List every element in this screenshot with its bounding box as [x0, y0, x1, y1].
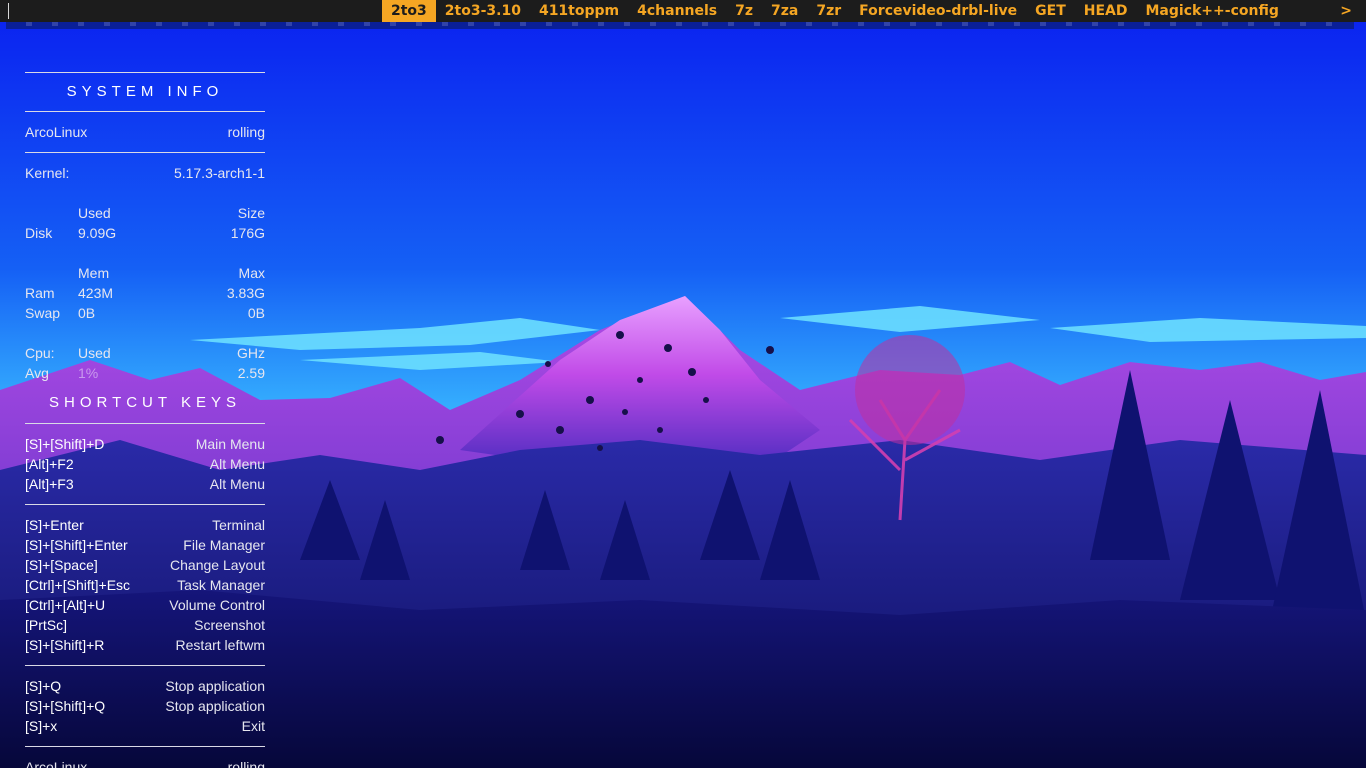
launcher-item[interactable]: 7z	[726, 0, 762, 22]
system-info-panel: SYSTEM INFO ArcoLinux rolling Kernel: 5.…	[25, 72, 265, 768]
ram-max: 3.83G	[226, 285, 265, 301]
disk-header-row: Used Size	[25, 203, 265, 223]
footer-row: ArcoLinux rolling	[25, 757, 265, 768]
shortcut-action: Stop application	[165, 698, 265, 714]
launcher-item[interactable]: Forcevideo-drbl-live	[850, 0, 1026, 22]
more-items-arrow-icon[interactable]: >	[1340, 0, 1352, 22]
mem-header: Mem	[78, 265, 110, 281]
distro-name: ArcoLinux	[25, 124, 88, 140]
shortcut-keys: [S]+[Space]	[25, 557, 98, 573]
shortcut-action: Alt Menu	[209, 476, 265, 492]
shortcut-action: Task Manager	[177, 577, 265, 593]
shortcut-action: Screenshot	[194, 617, 265, 633]
shortcut-row: [S]+[Shift]+R Restart leftwm	[25, 635, 265, 655]
disk-size-header: Size	[237, 205, 265, 221]
swap-label: Swap	[25, 305, 61, 321]
swap-row: Swap 0B 0B	[25, 303, 265, 323]
shortcut-keys: [Alt]+F3	[25, 476, 74, 492]
shortcut-row: [Alt]+F2 Alt Menu	[25, 454, 265, 474]
swap-max: 0B	[247, 305, 265, 321]
kernel-value: 5.17.3-arch1-1	[173, 165, 265, 181]
shortcut-keys: [S]+Q	[25, 678, 62, 694]
shortcut-row: [PrtSc] Screenshot	[25, 615, 265, 635]
launcher-item[interactable]: HEAD	[1075, 0, 1137, 22]
distro-row: ArcoLinux rolling	[25, 122, 265, 142]
shortcut-keys: [Alt]+F2	[25, 456, 74, 472]
avg-used: 1%	[78, 365, 99, 381]
cpu-ghz-header: GHz	[237, 345, 265, 361]
disk-used-header: Used	[78, 205, 111, 221]
shortcut-row: [S]+Q Stop application	[25, 676, 265, 696]
shortcut-action: Volume Control	[169, 597, 265, 613]
ram-used: 423M	[78, 285, 114, 301]
swap-used: 0B	[78, 305, 96, 321]
shortcut-row: [Ctrl]+[Alt]+U Volume Control	[25, 595, 265, 615]
shortcut-action: Terminal	[212, 517, 265, 533]
shortcut-keys: [S]+[Shift]+D	[25, 436, 105, 452]
shortcut-keys: [Ctrl]+[Shift]+Esc	[25, 577, 131, 593]
shortcut-keys: [S]+[Shift]+R	[25, 637, 105, 653]
launcher-item[interactable]: GET	[1026, 0, 1075, 22]
shortcut-action: Main Menu	[195, 436, 265, 452]
distro-release: rolling	[227, 124, 265, 140]
shortcut-keys: [S]+Enter	[25, 517, 84, 533]
system-info-heading: SYSTEM INFO	[66, 83, 224, 100]
launcher-item[interactable]: Magick++-config	[1137, 0, 1288, 22]
cpu-avg-row: Avg 1% 2.59	[25, 363, 265, 383]
launcher-item[interactable]: 4channels	[628, 0, 726, 22]
cpu-header-row: Cpu: Used GHz	[25, 343, 265, 363]
shortcut-action: Change Layout	[170, 557, 265, 573]
launcher-item[interactable]: 2to3-3.10	[436, 0, 530, 22]
cpu-label: Cpu:	[25, 345, 55, 361]
shortcut-action: File Manager	[183, 537, 265, 553]
avg-ghz: 2.59	[237, 365, 265, 381]
shortcut-row: [S]+[Shift]+Enter File Manager	[25, 535, 265, 555]
ram-row: Ram 423M 3.83G	[25, 283, 265, 303]
footer-release: rolling	[227, 759, 265, 768]
launcher-items: 2to3 2to3-3.10 411toppm 4channels 7z 7za…	[382, 0, 1288, 22]
shortcut-row: [S]+[Shift]+Q Stop application	[25, 696, 265, 716]
shortcut-row: [Alt]+F3 Alt Menu	[25, 474, 265, 494]
shortcut-row: [S]+[Shift]+D Main Menu	[25, 434, 265, 454]
input-cursor[interactable]	[8, 3, 9, 19]
launcher-item[interactable]: 7zr	[807, 0, 850, 22]
launcher-item[interactable]: 7za	[762, 0, 807, 22]
kernel-row: Kernel: 5.17.3-arch1-1	[25, 163, 265, 183]
shortcut-action: Stop application	[165, 678, 265, 694]
shortcut-keys: [S]+[Shift]+Enter	[25, 537, 128, 553]
shortcut-keys: [S]+x	[25, 718, 58, 734]
disk-row: Disk 9.09G 176G	[25, 223, 265, 243]
max-header: Max	[238, 265, 265, 281]
footer-distro: ArcoLinux	[25, 759, 88, 768]
cpu-used-header: Used	[78, 345, 111, 361]
disk-used: 9.09G	[78, 225, 117, 241]
shortcut-row: [S]+[Space] Change Layout	[25, 555, 265, 575]
disk-label: Disk	[25, 225, 53, 241]
shortcut-row: [S]+Enter Terminal	[25, 515, 265, 535]
shortcut-keys: [PrtSc]	[25, 617, 68, 633]
disk-size: 176G	[230, 225, 265, 241]
shortcut-row: [S]+x Exit	[25, 716, 265, 736]
kernel-label: Kernel:	[25, 165, 70, 181]
shortcut-keys-heading: SHORTCUT KEYS	[49, 394, 241, 411]
shortcut-action: Restart leftwm	[175, 637, 265, 653]
ram-label: Ram	[25, 285, 55, 301]
mem-header-row: Mem Max	[25, 263, 265, 283]
status-bar-strip	[6, 22, 1354, 29]
avg-label: Avg	[25, 365, 49, 381]
shortcut-action: Exit	[241, 718, 265, 734]
shortcut-keys: [S]+[Shift]+Q	[25, 698, 106, 714]
launcher-item-selected[interactable]: 2to3	[382, 0, 436, 22]
shortcut-keys: [Ctrl]+[Alt]+U	[25, 597, 106, 613]
shortcut-action: Alt Menu	[209, 456, 265, 472]
launcher-item[interactable]: 411toppm	[530, 0, 628, 22]
shortcut-row: [Ctrl]+[Shift]+Esc Task Manager	[25, 575, 265, 595]
app-launcher-bar: 2to3 2to3-3.10 411toppm 4channels 7z 7za…	[0, 0, 1366, 22]
